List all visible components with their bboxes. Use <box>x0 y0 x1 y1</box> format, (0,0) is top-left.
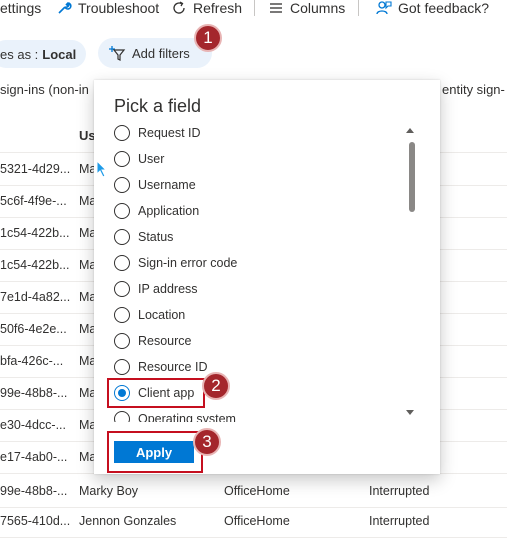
radio-button[interactable] <box>114 255 130 271</box>
user-cell: Jennon Gonzales <box>79 514 177 528</box>
field-option-application[interactable]: Application <box>114 200 199 222</box>
field-option-label: User <box>138 152 165 166</box>
field-option-user[interactable]: User <box>114 148 164 170</box>
toolbar-divider <box>358 0 359 16</box>
radio-button[interactable] <box>114 333 130 349</box>
field-option-label: Operating system <box>138 412 236 422</box>
table-row[interactable]: 7565-410d... Jennon Gonzales OfficeHome Int… <box>0 505 507 538</box>
field-option-label: Status <box>138 230 174 244</box>
radio-button[interactable] <box>114 411 130 422</box>
scrollbar-thumb[interactable] <box>409 142 415 212</box>
mouse-cursor-icon <box>96 160 108 178</box>
columns-icon <box>270 3 282 13</box>
scope-filter-prefix: es as : <box>0 46 39 62</box>
add-filter-icon <box>109 46 126 61</box>
field-option-label: Resource ID <box>138 360 208 374</box>
status-cell: Interrupted <box>369 514 430 528</box>
radio-button[interactable] <box>114 281 130 297</box>
toolbar-divider <box>254 0 255 16</box>
request-id-cell: 1c54-422b... <box>0 258 70 272</box>
feedback-button[interactable]: Got feedback? <box>376 0 489 18</box>
field-option-label: Resource <box>138 334 192 348</box>
field-option-label: Request ID <box>138 126 201 140</box>
request-id-cell: 99e-48b8-... <box>0 484 68 498</box>
scope-filter-pill[interactable]: es as : Local <box>0 40 86 68</box>
field-option-operating-system[interactable]: Operating system <box>114 408 236 422</box>
radio-button[interactable] <box>114 229 130 245</box>
table-row[interactable]: 99e-48b8-... Marky Boy OfficeHome Interrupt… <box>0 475 507 508</box>
troubleshoot-button[interactable]: Troubleshoot <box>56 0 159 18</box>
application-cell: OfficeHome <box>224 514 290 528</box>
tab-non-interactive-signins[interactable]: sign-ins (non-in <box>0 82 89 97</box>
scroll-up-arrow-icon[interactable] <box>406 128 414 133</box>
field-option-resource[interactable]: Resource <box>114 330 192 352</box>
add-filters-label: Add filters <box>132 45 190 61</box>
field-option-sign-in-error-code[interactable]: Sign-in error code <box>114 252 237 274</box>
field-option-request-id[interactable]: Request ID <box>114 122 201 144</box>
radio-button[interactable] <box>114 359 130 375</box>
refresh-button[interactable]: Refresh <box>171 0 242 18</box>
request-id-cell: 1c54-422b... <box>0 226 70 240</box>
request-id-cell: e17-4ab0-... <box>0 450 68 464</box>
columns-button[interactable]: Columns <box>268 0 345 18</box>
radio-button[interactable] <box>114 203 130 219</box>
field-option-ip-address[interactable]: IP address <box>114 278 198 300</box>
pick-a-field-panel: Pick a field Request ID User Username Ap… <box>94 80 440 474</box>
request-id-cell: 50f6-4e2e... <box>0 322 67 336</box>
radio-button[interactable] <box>114 307 130 323</box>
step-callout-3: 3 <box>193 428 221 456</box>
radio-button[interactable] <box>114 125 130 141</box>
field-option-label: IP address <box>138 282 198 296</box>
radio-button[interactable] <box>114 177 130 193</box>
apply-button[interactable]: Apply <box>114 441 194 463</box>
field-list: Request ID User Username Application Sta… <box>94 120 394 422</box>
request-id-cell: 99e-48b8-... <box>0 386 68 400</box>
request-id-cell: e30-4dcc-... <box>0 418 67 432</box>
toolbar-troubleshoot-label: Troubleshoot <box>78 0 160 16</box>
field-option-username[interactable]: Username <box>114 174 196 196</box>
request-id-cell: bfa-426c-... <box>0 354 64 368</box>
status-cell: Interrupted <box>369 484 430 498</box>
client-app-highlight-box <box>107 378 205 408</box>
tab-identity-signins[interactable]: entity sign- <box>442 82 505 97</box>
settings-button[interactable]: ettings <box>0 0 41 18</box>
toolbar-feedback-label: Got feedback? <box>398 0 490 16</box>
field-option-resource-id[interactable]: Resource ID <box>114 356 207 378</box>
request-id-cell: 7565-410d... <box>0 514 71 528</box>
user-cell: Marky Boy <box>79 484 139 498</box>
step-callout-2: 2 <box>202 372 230 400</box>
field-option-label: Username <box>138 178 196 192</box>
field-option-label: Application <box>138 204 200 218</box>
field-option-label: Location <box>138 308 186 322</box>
toolbar-refresh-label: Refresh <box>193 0 243 16</box>
refresh-icon <box>173 1 185 14</box>
scope-filter-value: Local <box>42 46 77 62</box>
request-id-cell: 7e1d-4a82... <box>0 290 71 304</box>
field-option-label: Sign-in error code <box>138 256 238 270</box>
field-option-location[interactable]: Location <box>114 304 185 326</box>
toolbar-settings-label: ettings <box>0 0 42 16</box>
step-callout-1: 1 <box>194 24 222 52</box>
feedback-icon <box>376 1 392 15</box>
command-bar: ettings Troubleshoot Refresh Columns Got… <box>0 0 507 18</box>
application-cell: OfficeHome <box>224 484 290 498</box>
scroll-down-arrow-icon[interactable] <box>406 410 414 415</box>
request-id-cell: 5c6f-4f9e-... <box>0 194 67 208</box>
field-option-status[interactable]: Status <box>114 226 173 248</box>
wrench-icon <box>58 2 72 14</box>
radio-button[interactable] <box>114 151 130 167</box>
panel-title: Pick a field <box>114 96 202 116</box>
toolbar-columns-label: Columns <box>290 0 346 16</box>
request-id-cell: 5321-4d29... <box>0 162 71 176</box>
